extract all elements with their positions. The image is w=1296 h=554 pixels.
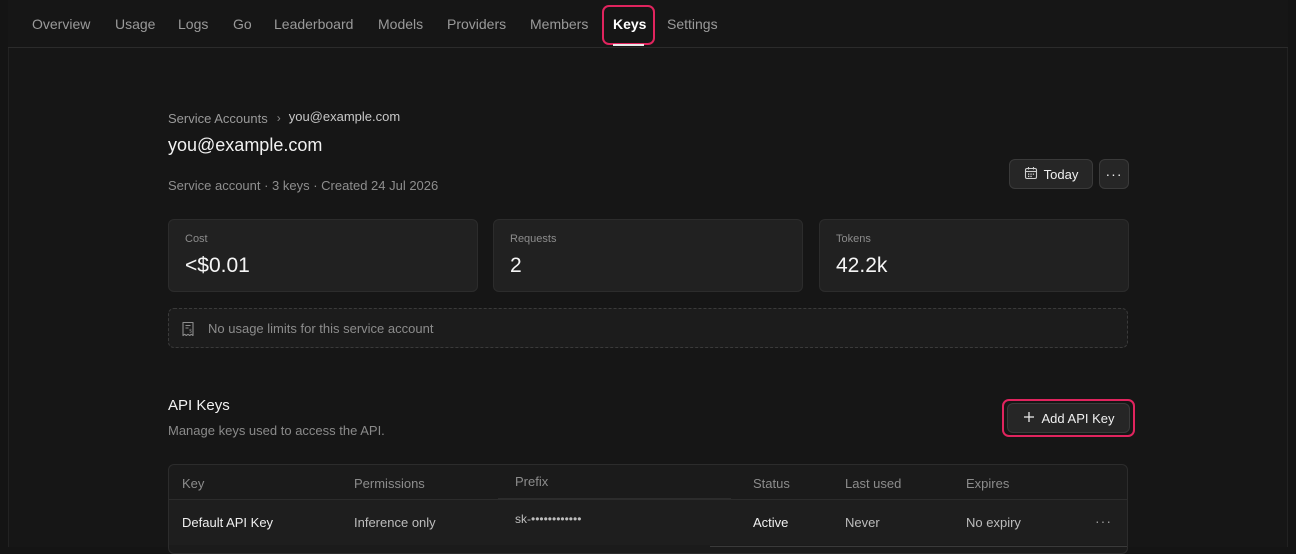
nav-overview[interactable]: Overview	[32, 16, 90, 32]
more-options-button[interactable]: ···	[1099, 159, 1129, 189]
page-title: you@example.com	[168, 135, 323, 155]
nav-members[interactable]: Members	[530, 16, 588, 32]
nav-go[interactable]: Go	[233, 16, 252, 32]
column-header-expires[interactable]: Expires	[966, 476, 1009, 491]
svg-text:$: $	[189, 329, 192, 335]
date-range-label: Today	[1043, 166, 1079, 182]
add-api-key-button[interactable]: Add API Key	[1007, 403, 1130, 433]
column-header-status[interactable]: Status	[753, 476, 790, 491]
api-keys-heading: API Keys	[168, 397, 230, 414]
column-header-prefix[interactable]: Prefix	[515, 474, 548, 489]
nav-leaderboard[interactable]: Leaderboard	[274, 16, 353, 32]
stat-value: 42.2k	[836, 254, 888, 277]
key-permissions: Inference only	[354, 515, 436, 530]
stat-label: Cost	[185, 233, 208, 245]
page-subtitle: Service account · 3 keys · Created 24 Ju…	[168, 178, 439, 193]
stat-card-tokens: Tokens 42.2k	[819, 219, 1129, 292]
key-prefix: sk-••••••••••••	[515, 512, 582, 526]
key-name[interactable]: Default API Key	[182, 515, 273, 530]
calendar-icon	[1024, 166, 1038, 183]
breadcrumb-current: you@example.com	[288, 109, 401, 124]
key-expires: No expiry	[966, 515, 1021, 530]
key-status: Active	[753, 515, 789, 530]
stat-label: Requests	[510, 233, 557, 245]
nav-logs[interactable]: Logs	[178, 16, 208, 32]
breadcrumb-parent[interactable]: Service Accounts	[168, 111, 268, 126]
ellipsis-icon: ···	[1105, 166, 1123, 182]
column-header-last-used[interactable]: Last used	[845, 476, 901, 491]
breadcrumb: Service Accounts › you@example.com	[168, 109, 401, 126]
stat-card-requests: Requests 2	[493, 219, 803, 292]
usage-limits-notice: $ No usage limits for this service accou…	[168, 308, 1128, 348]
plus-icon	[1023, 411, 1035, 426]
column-header-key[interactable]: Key	[182, 476, 204, 491]
row-actions-ellipsis-icon[interactable]: ···	[1095, 513, 1112, 529]
table-row[interactable]: Default API Key Inference only sk-••••••…	[169, 499, 1127, 545]
date-range-button[interactable]: Today	[1009, 159, 1093, 189]
api-keys-description: Manage keys used to access the API.	[168, 423, 385, 438]
usage-limits-text: No usage limits for this service account	[208, 321, 434, 336]
nav-usage[interactable]: Usage	[115, 16, 155, 32]
nav-keys-highlight	[602, 5, 655, 45]
api-keys-table: Key Permissions Prefix Status Last used …	[168, 464, 1128, 554]
breadcrumb-separator: ›	[276, 111, 281, 125]
receipt-icon: $	[181, 321, 195, 342]
stat-value: <$0.01	[185, 254, 250, 277]
stat-card-cost: Cost <$0.01	[168, 219, 478, 292]
nav-settings[interactable]: Settings	[667, 16, 718, 32]
add-api-key-label: Add API Key	[1041, 410, 1115, 426]
nav-active-underline	[613, 44, 644, 46]
stat-value: 2	[510, 254, 522, 277]
key-last-used: Never	[845, 515, 880, 530]
nav-models[interactable]: Models	[378, 16, 423, 32]
column-header-permissions[interactable]: Permissions	[354, 476, 425, 491]
nav-providers[interactable]: Providers	[447, 16, 506, 32]
stat-label: Tokens	[836, 233, 871, 245]
